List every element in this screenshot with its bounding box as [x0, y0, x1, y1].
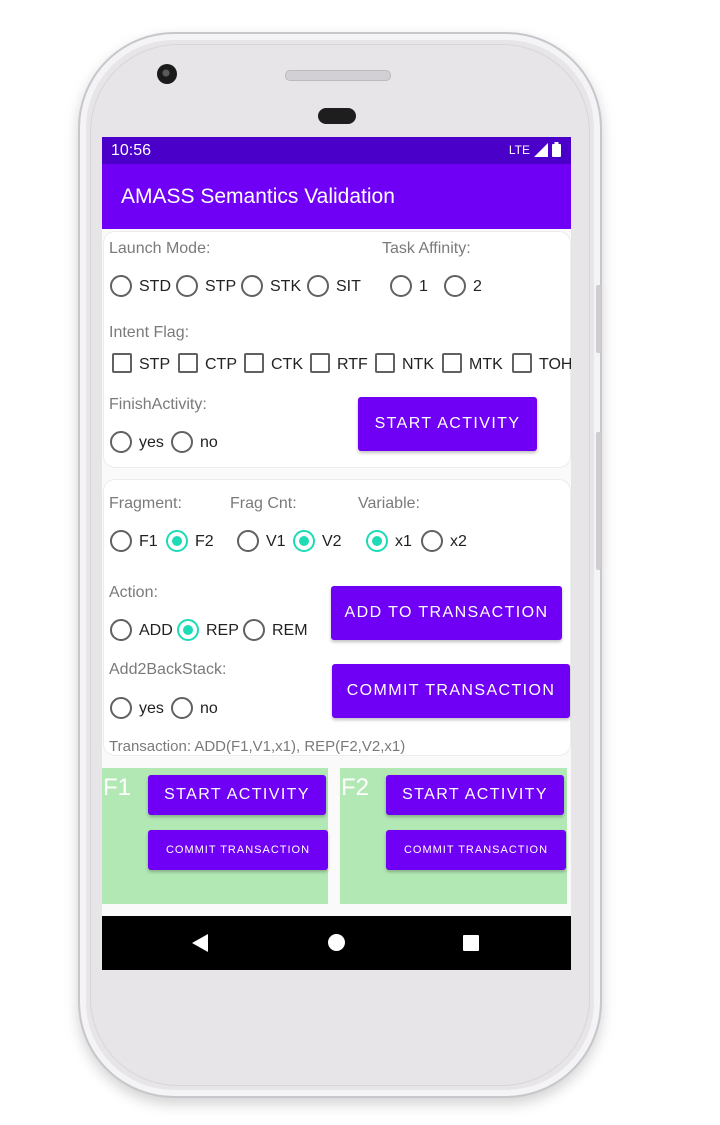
task-affinity-label: Task Affinity:: [382, 240, 471, 257]
status-bar: 10:56 LTE: [102, 137, 571, 164]
status-icons: LTE: [509, 142, 561, 157]
flag-ctp-label: CTP: [205, 356, 237, 373]
flag-ntk-label: NTK: [402, 356, 434, 373]
affinity-1-label: 1: [419, 278, 428, 295]
nav-home-icon[interactable]: [328, 934, 345, 951]
finish-activity-label: FinishActivity:: [109, 396, 207, 413]
fragment-commit-transaction-button[interactable]: COMMIT TRANSACTION: [148, 830, 328, 870]
fragment-commit-transaction-button[interactable]: COMMIT TRANSACTION: [386, 830, 566, 870]
intent-flag-label: Intent Flag:: [109, 324, 190, 341]
action-add-label: ADD: [139, 622, 173, 639]
checkbox-flag-ctp[interactable]: [178, 353, 198, 373]
fragment-start-activity-button[interactable]: START ACTIVITY: [148, 775, 326, 815]
finish-no-label: no: [200, 434, 218, 451]
activity-card: Launch Mode: Task Affinity: STD STP STK …: [103, 231, 571, 468]
launch-sit-label: SIT: [336, 278, 361, 295]
radio-launch-std[interactable]: [110, 275, 132, 297]
nav-back-icon[interactable]: [192, 934, 208, 952]
flag-rtf-label: RTF: [337, 356, 368, 373]
radio-action-rem[interactable]: [243, 619, 265, 641]
fragcnt-v2-label: V2: [322, 533, 342, 550]
radio-variable-x1[interactable]: [366, 530, 388, 552]
finish-yes-label: yes: [139, 434, 164, 451]
radio-affinity-2[interactable]: [444, 275, 466, 297]
fragment-view-f1: F1 START ACTIVITY COMMIT TRANSACTION: [102, 768, 328, 904]
variable-label: Variable:: [358, 495, 420, 512]
variable-x2-label: x2: [450, 533, 467, 550]
transaction-text: Transaction: ADD(F1,V1,x1), REP(F2,V2,x1…: [109, 738, 406, 755]
radio-fragcnt-v1[interactable]: [237, 530, 259, 552]
launch-std-label: STD: [139, 278, 171, 295]
radio-launch-stk[interactable]: [241, 275, 263, 297]
radio-variable-x2[interactable]: [421, 530, 443, 552]
affinity-2-label: 2: [473, 278, 482, 295]
checkbox-flag-mtk[interactable]: [442, 353, 462, 373]
flag-stp-label: STP: [139, 356, 171, 373]
front-camera: [157, 64, 177, 84]
radio-affinity-1[interactable]: [390, 275, 412, 297]
checkbox-flag-toh[interactable]: [512, 353, 532, 373]
launch-stk-label: STK: [270, 278, 302, 295]
checkbox-flag-stp[interactable]: [112, 353, 132, 373]
navigation-bar: [102, 916, 571, 970]
power-button: [596, 285, 601, 353]
add-to-transaction-button[interactable]: ADD TO TRANSACTION: [331, 586, 562, 640]
frag-cnt-label: Frag Cnt:: [230, 495, 297, 512]
radio-finish-yes[interactable]: [110, 431, 132, 453]
launch-mode-label: Launch Mode:: [109, 240, 211, 257]
radio-backstack-yes[interactable]: [110, 697, 132, 719]
radio-fragment-f1[interactable]: [110, 530, 132, 552]
action-label: Action:: [109, 584, 158, 601]
backstack-yes-label: yes: [139, 700, 164, 717]
fragment-tag: F1: [103, 774, 132, 801]
radio-action-add[interactable]: [110, 619, 132, 641]
launch-stp-label: STP: [205, 278, 237, 295]
network-label: LTE: [508, 142, 530, 157]
radio-launch-stp[interactable]: [176, 275, 198, 297]
fragment-start-activity-button[interactable]: START ACTIVITY: [386, 775, 564, 815]
radio-fragment-f2[interactable]: [166, 530, 188, 552]
radio-action-rep[interactable]: [177, 619, 199, 641]
app-bar: AMASS Semantics Validation: [102, 164, 571, 229]
backstack-label: Add2BackStack:: [109, 661, 227, 678]
battery-icon: [552, 142, 561, 157]
volume-button: [596, 432, 601, 570]
radio-launch-sit[interactable]: [307, 275, 329, 297]
fragment-f2-label: F2: [195, 533, 214, 550]
radio-finish-no[interactable]: [171, 431, 193, 453]
flag-ctk-label: CTK: [271, 356, 303, 373]
checkbox-flag-ctk[interactable]: [244, 353, 264, 373]
radio-fragcnt-v2[interactable]: [293, 530, 315, 552]
backstack-no-label: no: [200, 700, 218, 717]
action-rep-label: REP: [206, 622, 239, 639]
radio-backstack-no[interactable]: [171, 697, 193, 719]
action-rem-label: REM: [272, 622, 308, 639]
flag-mtk-label: MTK: [469, 356, 503, 373]
screen: 10:56 LTE AMASS Semantics Validation Lau…: [102, 137, 571, 970]
fragment-view-f2: F2 START ACTIVITY COMMIT TRANSACTION: [340, 768, 567, 904]
checkbox-flag-rtf[interactable]: [310, 353, 330, 373]
signal-icon: [534, 142, 548, 157]
flag-toh-label: TOH: [539, 356, 571, 373]
fragcnt-v1-label: V1: [266, 533, 286, 550]
variable-x1-label: x1: [395, 533, 412, 550]
fragment-card: Fragment: Frag Cnt: Variable: F1 F2 V1 V…: [103, 479, 571, 756]
fragment-f1-label: F1: [139, 533, 158, 550]
earpiece-speaker: [285, 70, 391, 81]
proximity-sensor: [318, 108, 356, 124]
status-time: 10:56: [111, 142, 152, 159]
commit-transaction-button[interactable]: COMMIT TRANSACTION: [332, 664, 570, 718]
nav-recents-icon[interactable]: [463, 935, 479, 951]
checkbox-flag-ntk[interactable]: [375, 353, 395, 373]
fragment-tag: F2: [341, 774, 370, 801]
app-title: AMASS Semantics Validation: [121, 185, 395, 208]
fragment-label: Fragment:: [109, 495, 182, 512]
start-activity-button[interactable]: START ACTIVITY: [358, 397, 537, 451]
